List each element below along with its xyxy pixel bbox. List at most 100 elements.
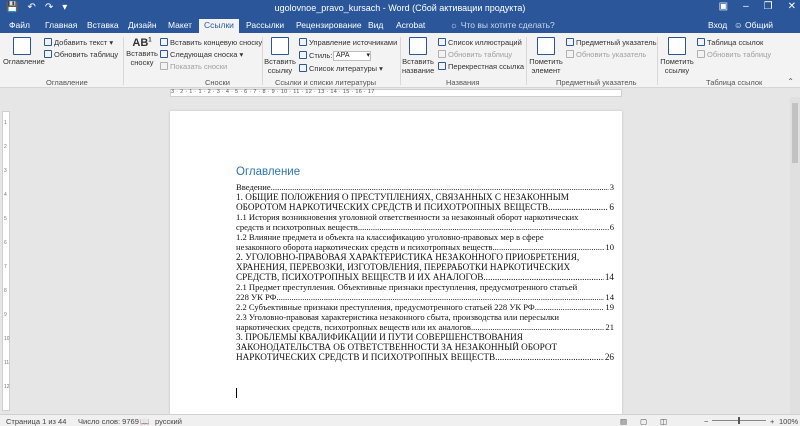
signin-link[interactable]: Вход: [708, 20, 727, 30]
read-mode-icon[interactable]: ▤: [620, 417, 627, 426]
toc-entry-line[interactable]: Введение 3: [236, 182, 614, 192]
toc-entry-text: 3. ПРОБЛЕМЫ КВАЛИФИКАЦИИ И ПУТИ СОВЕРШЕН…: [236, 332, 523, 342]
horizontal-ruler[interactable]: 3 · 2 · 1 · 1 · 2 · 3 · 4 · 5 · 6 · 7 · …: [170, 89, 622, 97]
toc-entry-line[interactable]: 1. ОБЩИЕ ПОЛОЖЕНИЯ О ПРЕСТУПЛЕНИЯХ, СВЯЗ…: [236, 192, 614, 202]
group-separator: [400, 37, 401, 85]
insert-endnote-button[interactable]: Вставить концевую сноску: [160, 38, 262, 47]
tab-acrobat[interactable]: Acrobat: [391, 19, 430, 33]
add-text-button[interactable]: Добавить текст ▾: [44, 38, 113, 47]
tab-review[interactable]: Рецензирование: [291, 19, 367, 33]
tab-file[interactable]: Файл: [4, 19, 35, 33]
restore-icon[interactable]: ❐: [764, 1, 773, 12]
bibliography-button[interactable]: Список литературы ▾: [299, 64, 383, 73]
index-icon: [566, 38, 574, 46]
close-icon[interactable]: ✕: [788, 1, 796, 12]
next-footnote-icon: [160, 50, 168, 58]
vertical-ruler-number: 12: [4, 384, 10, 390]
toc-entry-line[interactable]: наркотических средств, психотропных веще…: [236, 322, 614, 332]
toc-entry-line[interactable]: НАРКОТИЧЕСКИХ СРЕДСТВ И ПСИХОТРОПНЫХ ВЕЩ…: [236, 352, 614, 362]
toc-leader-dots: [495, 352, 604, 362]
update-index-button[interactable]: Обновить указатель: [566, 50, 646, 59]
tab-view[interactable]: Вид: [363, 19, 388, 33]
toc-entry-line[interactable]: 1.2 Влияние предмета и объекта на класси…: [236, 232, 614, 242]
toc-entry-line[interactable]: незаконного оборота наркотических средст…: [236, 242, 614, 252]
toc-entry-line[interactable]: ОБОРОТОМ НАРКОТИЧЕСКИХ СРЕДСТВ И ПСИХОТР…: [236, 202, 614, 212]
toc-entry-text: 1. ОБЩИЕ ПОЛОЖЕНИЯ О ПРЕСТУПЛЕНИЯХ, СВЯЗ…: [236, 192, 569, 202]
toc-entry-text: ХРАНЕНИЯ, ПЕРЕВОЗКИ, ИЗГОТОВЛЕНИЯ, ПЕРЕР…: [236, 262, 571, 272]
toc-page-number: 6: [609, 202, 614, 212]
toc-entry-line[interactable]: 2.3 Уголовно-правовая характеристика нез…: [236, 312, 614, 322]
toc-entry-line[interactable]: ЗАКОНОДАТЕЛЬСТВА ОБ ОТВЕТСТВЕННОСТИ ЗА Н…: [236, 342, 614, 352]
toc-entry-line[interactable]: ХРАНЕНИЯ, ПЕРЕВОЗКИ, ИЗГОТОВЛЕНИЯ, ПЕРЕР…: [236, 262, 614, 272]
toc-leader-dots: [493, 242, 605, 252]
page-count[interactable]: Страница 1 из 44: [6, 417, 66, 426]
mark-citation-label2: ссылку: [664, 66, 690, 75]
language[interactable]: русский: [155, 417, 182, 426]
mark-entry-button[interactable]: Пометить элемент: [528, 37, 564, 75]
toc-page-number: 10: [605, 242, 614, 252]
update-toa-icon: [697, 50, 705, 58]
chevron-down-icon: ▾: [366, 52, 370, 59]
tab-layout[interactable]: Макет: [163, 19, 197, 33]
style-select[interactable]: APA ▾: [333, 51, 371, 61]
cross-ref-button[interactable]: Перекрестная ссылка: [438, 62, 524, 71]
tab-references[interactable]: Ссылки: [199, 19, 239, 33]
manage-sources-icon: [299, 38, 307, 46]
zoom-in-button[interactable]: +: [770, 417, 774, 426]
show-notes-button[interactable]: Показать сноски: [160, 62, 227, 71]
toc-button[interactable]: Оглавление: [3, 37, 45, 66]
tab-mailings[interactable]: Рассылки: [241, 19, 289, 33]
insert-footnote-button[interactable]: AB1 Вставить сноску: [126, 37, 158, 67]
toc-entry-line[interactable]: 2.2 Субъективные признаки преступления, …: [236, 302, 614, 312]
tell-me-box[interactable]: ☼ Что вы хотите сделать?: [450, 20, 555, 30]
manage-sources-button[interactable]: Управление источниками: [299, 38, 397, 47]
ribbon-display-icon[interactable]: ▣: [719, 1, 728, 12]
ribbon: Оглавление Добавить текст ▾ Обновить таб…: [0, 33, 800, 88]
update-toa-button[interactable]: Обновить таблицу: [697, 50, 771, 59]
next-footnote-button[interactable]: Следующая сноска ▾: [160, 50, 243, 59]
toc-entry-line[interactable]: 228 УК РФ 14: [236, 292, 614, 302]
toc-entry-line[interactable]: средств и психотропных веществ 6: [236, 222, 614, 232]
toc-entry-line[interactable]: СРЕДСТВ, ПСИХОТРОПНЫХ ВЕЩЕСТВ И ИХ АНАЛО…: [236, 272, 614, 282]
mark-citation-button[interactable]: Пометить ссылку: [659, 37, 695, 75]
insert-citation-label2: ссылку: [267, 66, 293, 75]
vertical-ruler[interactable]: 1 2 3 4 5 6 7 8 9 10 11 12: [2, 111, 10, 411]
toc-entry-text: 2. УГОЛОВНО-ПРАВОВАЯ ХАРАКТЕРИСТИКА НЕЗА…: [236, 252, 580, 262]
tab-insert[interactable]: Вставка: [82, 19, 124, 33]
insert-tof-button[interactable]: Список иллюстраций: [438, 38, 522, 47]
add-text-label: Добавить текст: [54, 38, 108, 47]
tab-home[interactable]: Главная: [40, 19, 82, 33]
tof-icon: [438, 38, 446, 46]
insert-footnote-label2: сноску: [130, 58, 154, 67]
toc-entry-line[interactable]: 1.1 История возникновения уголовной отве…: [236, 212, 614, 222]
toc-entry-line[interactable]: 2. УГОЛОВНО-ПРАВОВАЯ ХАРАКТЕРИСТИКА НЕЗА…: [236, 252, 614, 262]
insert-caption-button[interactable]: Вставить название: [402, 37, 434, 75]
minimize-icon[interactable]: –: [743, 1, 749, 12]
print-layout-icon[interactable]: ▢: [640, 417, 647, 426]
insert-toa-button[interactable]: Таблица ссылок: [697, 38, 763, 47]
toc-entry-text: 2.2 Субъективные признаки преступления, …: [236, 302, 535, 312]
proofing-icon[interactable]: 📖: [140, 417, 149, 426]
vertical-ruler-number: 2: [4, 144, 7, 150]
word-count[interactable]: Число слов: 9769: [78, 417, 139, 426]
web-layout-icon[interactable]: ◫: [660, 417, 667, 426]
insert-index-button[interactable]: Предметный указатель: [566, 38, 657, 47]
bibliography-label: Список литературы: [309, 64, 378, 73]
bibliography-icon: [299, 64, 307, 72]
update-toc-button[interactable]: Обновить таблицу: [44, 50, 118, 59]
toc-entry-line[interactable]: 3. ПРОБЛЕМЫ КВАЛИФИКАЦИИ И ПУТИ СОВЕРШЕН…: [236, 332, 614, 342]
collapse-ribbon-icon[interactable]: ⌃: [787, 77, 794, 86]
zoom-out-button[interactable]: −: [704, 417, 708, 426]
document-page[interactable]: Оглавление Введение 3 1. ОБЩИЕ ПОЛОЖЕНИЯ О…: [170, 111, 622, 414]
toc-entry-text: наркотических средств, психотропных веще…: [236, 322, 471, 332]
zoom-slider[interactable]: [712, 417, 766, 424]
update-tof-button[interactable]: Обновить таблицу: [438, 50, 512, 59]
zoom-level[interactable]: 100%: [779, 417, 798, 426]
toc-entry-line[interactable]: 2.1 Предмет преступления. Объективные пр…: [236, 282, 614, 292]
tab-design[interactable]: Дизайн: [123, 19, 162, 33]
insert-citation-button[interactable]: Вставить ссылку: [264, 37, 296, 75]
vertical-ruler-number: 6: [4, 240, 7, 246]
vertical-scrollbar[interactable]: [790, 97, 800, 414]
vertical-ruler-number: 7: [4, 264, 7, 270]
scrollbar-thumb[interactable]: [792, 103, 798, 163]
